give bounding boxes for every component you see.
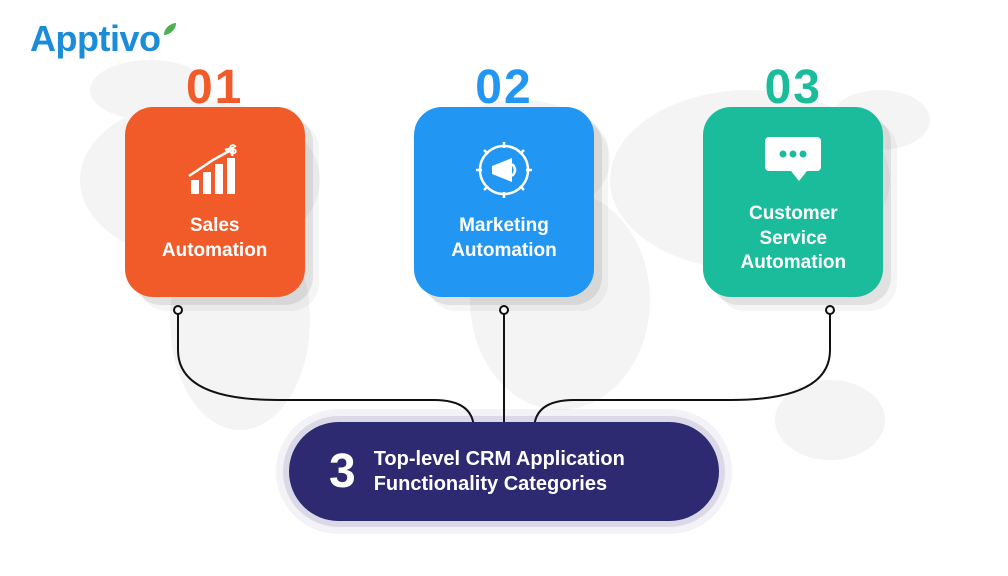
card-label: Customer Service Automation bbox=[719, 202, 867, 276]
card-customer-service: 03 Customer Service Automation bbox=[693, 60, 893, 297]
hub-pill: 3 Top-level CRM Application Functionalit… bbox=[289, 422, 719, 521]
card-body: $ Sales Automation bbox=[125, 107, 305, 297]
card-number: 02 bbox=[404, 60, 604, 115]
cards-row: 01 $ Sales Automation 02 bbox=[0, 60, 1008, 297]
card-number: 01 bbox=[115, 60, 315, 115]
card-body: Customer Service Automation bbox=[703, 107, 883, 297]
card-label: Marketing Automation bbox=[430, 214, 578, 263]
hub-count: 3 bbox=[329, 444, 356, 499]
card-body: Marketing Automation bbox=[414, 107, 594, 297]
hub-line1: Top-level CRM Application bbox=[374, 447, 625, 472]
growth-chart-icon: $ bbox=[185, 140, 245, 200]
brand-name: Apptivo bbox=[30, 18, 160, 60]
card-label: Sales Automation bbox=[141, 214, 289, 263]
card-number: 03 bbox=[693, 60, 893, 115]
hub-title: Top-level CRM Application Functionality … bbox=[374, 447, 625, 497]
chat-bubble-icon bbox=[763, 128, 823, 188]
brand-logo: Apptivo bbox=[30, 18, 176, 60]
card-marketing: 02 Marketing Automation bbox=[404, 60, 604, 297]
megaphone-gear-icon bbox=[472, 140, 536, 200]
hub-line2: Functionality Categories bbox=[374, 472, 625, 497]
leaf-icon bbox=[162, 4, 178, 46]
card-sales: 01 $ Sales Automation bbox=[115, 60, 315, 297]
